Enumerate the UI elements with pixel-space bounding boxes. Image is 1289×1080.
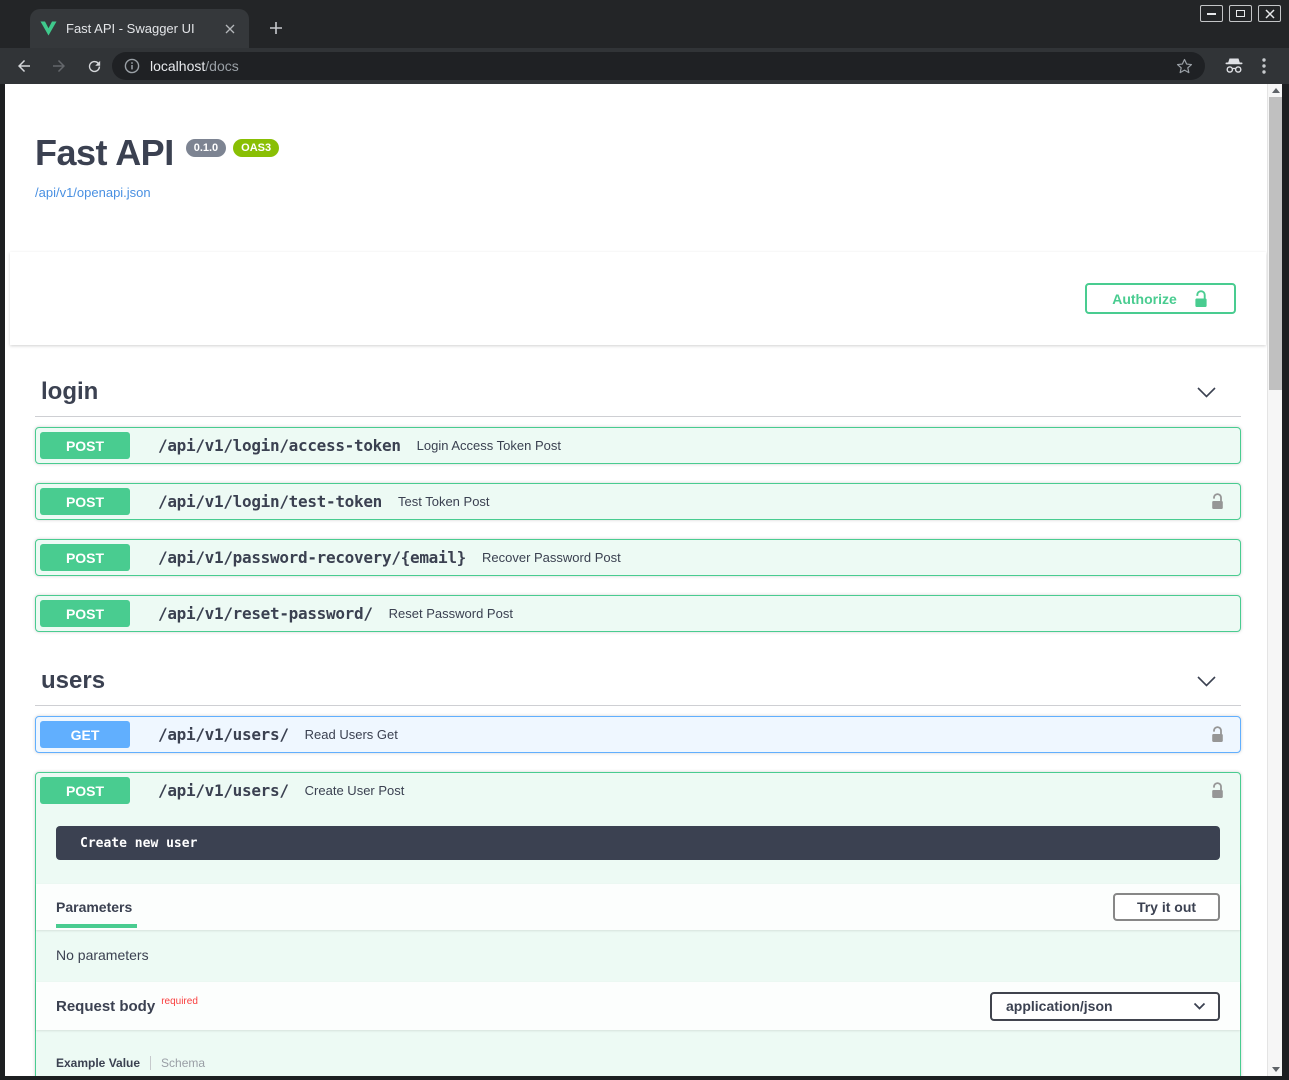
maximize-button[interactable] bbox=[1229, 5, 1252, 22]
endpoint-summary: Create User Post bbox=[305, 783, 405, 798]
bookmark-star-icon[interactable] bbox=[1173, 55, 1195, 77]
endpoint-summary: Login Access Token Post bbox=[417, 438, 561, 453]
url-path: /docs bbox=[205, 58, 238, 74]
browser-window: Fast API - Swagger UI bbox=[0, 0, 1289, 1080]
scrollbar-down-arrow[interactable] bbox=[1268, 1063, 1282, 1076]
reload-button[interactable] bbox=[82, 54, 106, 78]
maximize-icon bbox=[1236, 10, 1245, 17]
select-chevron-icon bbox=[1193, 1002, 1206, 1010]
content-type-value: application/json bbox=[1006, 998, 1113, 1014]
back-button[interactable] bbox=[12, 54, 36, 78]
endpoint-summary: Read Users Get bbox=[305, 727, 398, 742]
chevron-down-icon[interactable] bbox=[1196, 386, 1217, 399]
parameters-header: Parameters Try it out bbox=[36, 884, 1240, 930]
endpoint-path: /api/v1/users/ bbox=[158, 725, 289, 744]
endpoint-path: /api/v1/reset-password/ bbox=[158, 604, 373, 623]
tab-strip: Fast API - Swagger UI bbox=[0, 0, 1289, 48]
chevron-down-icon[interactable] bbox=[1196, 675, 1217, 688]
section-title: login bbox=[35, 378, 98, 406]
new-tab-button[interactable] bbox=[263, 15, 289, 41]
tab-close-icon[interactable] bbox=[221, 20, 239, 38]
endpoint-path: /api/v1/login/test-token bbox=[158, 492, 382, 511]
scrollbar-up-arrow[interactable] bbox=[1268, 84, 1282, 97]
endpoint-row-login-test-token[interactable]: POST /api/v1/login/test-token Test Token… bbox=[35, 483, 1241, 520]
tab-parameters: Parameters bbox=[56, 884, 132, 930]
version-badge: 0.1.0 bbox=[186, 139, 226, 157]
endpoint-path: /api/v1/login/access-token bbox=[158, 436, 401, 455]
endpoint-row-reset-password[interactable]: POST /api/v1/reset-password/ Reset Passw… bbox=[35, 595, 1241, 632]
page-title: Fast API bbox=[35, 133, 174, 173]
parameters-label: Parameters bbox=[56, 899, 132, 915]
section-header-users[interactable]: users bbox=[35, 659, 1241, 706]
section-header-login[interactable]: login bbox=[35, 370, 1241, 417]
oas3-badge: OAS3 bbox=[233, 139, 279, 157]
section-title: users bbox=[35, 667, 105, 695]
openapi-spec-link[interactable]: /api/v1/openapi.json bbox=[35, 185, 151, 200]
address-bar[interactable]: localhost/docs bbox=[112, 52, 1205, 80]
request-body-header: Request body required application/json bbox=[36, 982, 1240, 1030]
required-label: required bbox=[161, 996, 198, 1007]
content-type-select[interactable]: application/json bbox=[990, 992, 1220, 1021]
browser-menu-icon[interactable] bbox=[1252, 54, 1276, 78]
request-body-label: Request body bbox=[56, 998, 155, 1015]
auth-lock-icon[interactable] bbox=[1206, 780, 1228, 802]
method-badge: POST bbox=[40, 488, 130, 515]
tab-title: Fast API - Swagger UI bbox=[66, 21, 221, 36]
method-badge: POST bbox=[40, 432, 130, 459]
endpoint-row-read-users[interactable]: GET /api/v1/users/ Read Users Get bbox=[35, 716, 1241, 753]
method-badge: GET bbox=[40, 721, 130, 748]
browser-toolbar: localhost/docs bbox=[0, 48, 1289, 84]
close-button[interactable] bbox=[1258, 5, 1281, 22]
incognito-icon bbox=[1222, 54, 1246, 78]
endpoint-row-create-user-expanded: POST /api/v1/users/ Create User Post Cre… bbox=[35, 772, 1241, 1076]
method-badge: POST bbox=[40, 777, 130, 804]
minimize-icon bbox=[1207, 13, 1216, 15]
auth-lock-icon[interactable] bbox=[1206, 491, 1228, 513]
unlock-icon bbox=[1193, 290, 1209, 308]
swagger-favicon-icon bbox=[40, 21, 57, 36]
endpoint-row-login-access-token[interactable]: POST /api/v1/login/access-token Login Ac… bbox=[35, 427, 1241, 464]
url-host: localhost bbox=[150, 58, 205, 74]
endpoint-description: Create new user bbox=[56, 826, 1220, 860]
endpoint-path: /api/v1/users/ bbox=[158, 781, 289, 800]
method-badge: POST bbox=[40, 544, 130, 571]
endpoint-summary-bar[interactable]: POST /api/v1/users/ Create User Post bbox=[36, 773, 1240, 808]
endpoint-summary: Recover Password Post bbox=[482, 550, 621, 565]
endpoint-summary: Test Token Post bbox=[398, 494, 490, 509]
auth-lock-icon[interactable] bbox=[1206, 724, 1228, 746]
no-parameters-text: No parameters bbox=[36, 930, 1240, 982]
authorize-button-label: Authorize bbox=[1112, 291, 1177, 307]
method-badge: POST bbox=[40, 600, 130, 627]
url-text[interactable]: localhost/docs bbox=[150, 58, 1173, 74]
endpoint-path: /api/v1/password-recovery/{email} bbox=[158, 548, 466, 567]
endpoint-row-password-recovery[interactable]: POST /api/v1/password-recovery/{email} R… bbox=[35, 539, 1241, 576]
close-icon bbox=[1265, 9, 1275, 19]
window-controls bbox=[1200, 5, 1281, 22]
page-viewport: Fast API 0.1.0 OAS3 /api/v1/openapi.json… bbox=[5, 84, 1282, 1076]
browser-tab[interactable]: Fast API - Swagger UI bbox=[30, 9, 249, 48]
forward-button[interactable] bbox=[47, 54, 71, 78]
tab-schema[interactable]: Schema bbox=[150, 1056, 205, 1070]
model-example: Example Value Schema { bbox=[36, 1030, 1240, 1076]
endpoint-summary: Reset Password Post bbox=[389, 606, 513, 621]
active-tab-underline bbox=[56, 924, 137, 928]
minimize-button[interactable] bbox=[1200, 5, 1223, 22]
authorize-button[interactable]: Authorize bbox=[1085, 283, 1236, 314]
site-info-icon[interactable] bbox=[124, 58, 140, 74]
scrollbar-thumb[interactable] bbox=[1269, 97, 1282, 390]
tab-example-value[interactable]: Example Value bbox=[56, 1056, 150, 1070]
try-it-out-button[interactable]: Try it out bbox=[1113, 893, 1220, 921]
scheme-container: Authorize bbox=[10, 252, 1266, 345]
page-scrollbar[interactable] bbox=[1267, 84, 1282, 1076]
endpoint-description-text: Create new user bbox=[80, 836, 197, 851]
swagger-page: Fast API 0.1.0 OAS3 /api/v1/openapi.json… bbox=[5, 84, 1267, 1076]
